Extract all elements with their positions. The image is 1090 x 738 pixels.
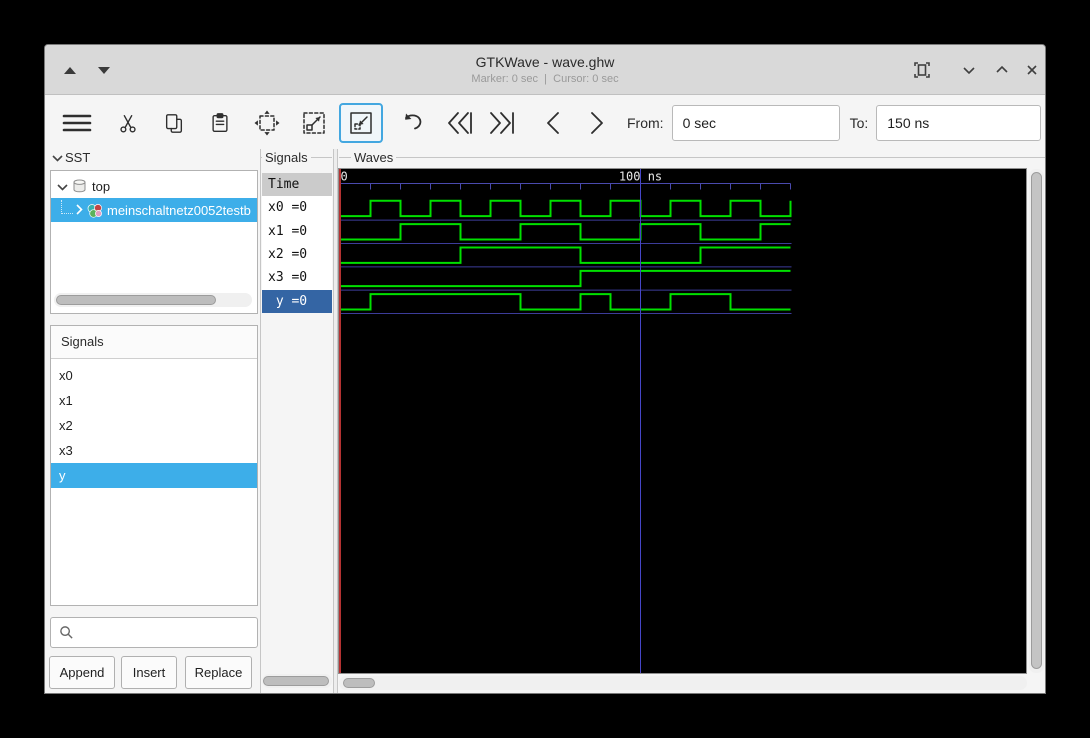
- window-subtitle: Marker: 0 sec | Cursor: 0 sec: [471, 73, 619, 85]
- fullscreen-button[interactable]: [911, 59, 933, 81]
- cursor-status: Cursor: 0 sec: [553, 73, 619, 85]
- signal-list-item-y[interactable]: y: [51, 463, 257, 488]
- zoom-out-button[interactable]: [339, 102, 383, 143]
- close-icon: [1027, 65, 1037, 75]
- zoom-out-icon: [350, 111, 372, 134]
- time-header[interactable]: Time: [262, 173, 332, 197]
- chevron-right-icon[interactable]: [75, 203, 83, 218]
- shift-left-button[interactable]: [537, 103, 569, 143]
- zoom-in-button[interactable]: [293, 103, 335, 143]
- sst-section-label[interactable]: SST: [49, 150, 94, 165]
- scope-icon: [73, 179, 86, 193]
- search-icon: [60, 626, 73, 639]
- zoom-in-icon: [303, 111, 325, 134]
- scrollbar-thumb[interactable]: [1031, 172, 1042, 669]
- titlebar[interactable]: GTKWave - wave.ghw Marker: 0 sec | Curso…: [45, 45, 1045, 95]
- window-title: GTKWave - wave.ghw: [475, 54, 615, 70]
- wave-vertical-scrollbar[interactable]: [1029, 169, 1044, 673]
- sst-horizontal-scrollbar[interactable]: [54, 293, 252, 307]
- values-horizontal-scrollbar[interactable]: [262, 674, 332, 688]
- signal-list-item-x0[interactable]: x0: [51, 363, 257, 388]
- paste-button[interactable]: [203, 103, 237, 143]
- waves-label: Waves: [351, 150, 397, 165]
- value-row-x2[interactable]: x2 =0: [262, 242, 332, 267]
- signal-values-label: Signals: [262, 150, 311, 165]
- insert-button[interactable]: Insert: [121, 656, 177, 689]
- search-input[interactable]: [74, 618, 257, 647]
- signal-values-list: Time x0 =0 x1 =0 x2 =0 x3 =0 y =0: [262, 173, 332, 313]
- append-button[interactable]: Append: [49, 656, 115, 689]
- shift-right-button[interactable]: [581, 103, 613, 143]
- shift-right-icon: [591, 111, 603, 134]
- signal-list-item-x1[interactable]: x1: [51, 388, 257, 413]
- paste-icon: [212, 112, 228, 132]
- scrollbar-thumb[interactable]: [263, 676, 329, 686]
- value-row-x1[interactable]: x1 =0: [262, 219, 332, 243]
- scrollbar-thumb[interactable]: [343, 678, 375, 688]
- zoom-to-start-icon: [448, 111, 472, 134]
- zoom-undo-icon: [405, 113, 422, 129]
- signal-search-box[interactable]: [50, 617, 258, 648]
- to-input[interactable]: [876, 104, 1042, 141]
- minimize-button[interactable]: [958, 59, 980, 81]
- scrollbar-thumb[interactable]: [56, 295, 216, 305]
- copy-button[interactable]: [157, 103, 191, 143]
- chevron-up-icon: [996, 65, 1008, 73]
- zoom-to-end-icon: [490, 111, 514, 134]
- maximize-button[interactable]: [991, 59, 1013, 81]
- marker-status: Marker: 0 sec: [471, 73, 539, 85]
- gtkwave-window: GTKWave - wave.ghw Marker: 0 sec | Curso…: [44, 44, 1046, 694]
- cut-button[interactable]: [111, 103, 145, 143]
- waveform-plot: 0 100 ns: [339, 169, 792, 673]
- tree-item-testbench[interactable]: meinschaltnetz0052testb: [51, 198, 257, 222]
- zoom-fit-icon: [254, 110, 280, 135]
- main-toolbar: From: To:: [45, 96, 1045, 149]
- wave-canvas[interactable]: 0 100 ns: [338, 168, 1027, 674]
- menu-button[interactable]: [57, 103, 97, 143]
- hamburger-menu-icon: [62, 114, 92, 131]
- copy-icon: [165, 113, 183, 133]
- value-row-y[interactable]: y =0: [262, 289, 332, 313]
- svg-text:0: 0: [341, 170, 348, 184]
- wave-horizontal-scrollbar[interactable]: [339, 676, 1027, 690]
- to-label: To:: [849, 114, 869, 131]
- signal-list-header: Signals: [51, 326, 257, 359]
- sst-tree: top meinschaltnetz0052testb: [50, 170, 258, 314]
- value-row-x3[interactable]: x3 =0: [262, 266, 332, 290]
- fullscreen-icon: [914, 62, 930, 78]
- from-label: From:: [627, 114, 664, 131]
- chevron-down-icon: [52, 150, 63, 165]
- signal-list-item-x2[interactable]: x2: [51, 413, 257, 438]
- tree-branch-line: [61, 200, 73, 214]
- zoom-to-end-button[interactable]: [483, 103, 521, 143]
- tree-item-top[interactable]: top: [51, 174, 257, 198]
- chevron-down-icon: [963, 67, 975, 75]
- cut-icon: [120, 114, 136, 132]
- signal-list-item-x3[interactable]: x3: [51, 438, 257, 463]
- module-icon: [87, 203, 102, 218]
- shift-left-icon: [547, 111, 559, 134]
- chevron-down-icon[interactable]: [57, 179, 68, 194]
- from-input[interactable]: [671, 104, 840, 141]
- zoom-undo-button[interactable]: [395, 103, 431, 143]
- zoom-to-start-button[interactable]: [441, 103, 479, 143]
- replace-button[interactable]: Replace: [185, 656, 252, 689]
- value-row-x0[interactable]: x0 =0: [262, 196, 332, 220]
- zoom-fit-button[interactable]: [247, 103, 287, 143]
- signal-list-panel: Signals x0 x1 x2 x3 y: [50, 325, 258, 606]
- close-button[interactable]: [1021, 59, 1043, 81]
